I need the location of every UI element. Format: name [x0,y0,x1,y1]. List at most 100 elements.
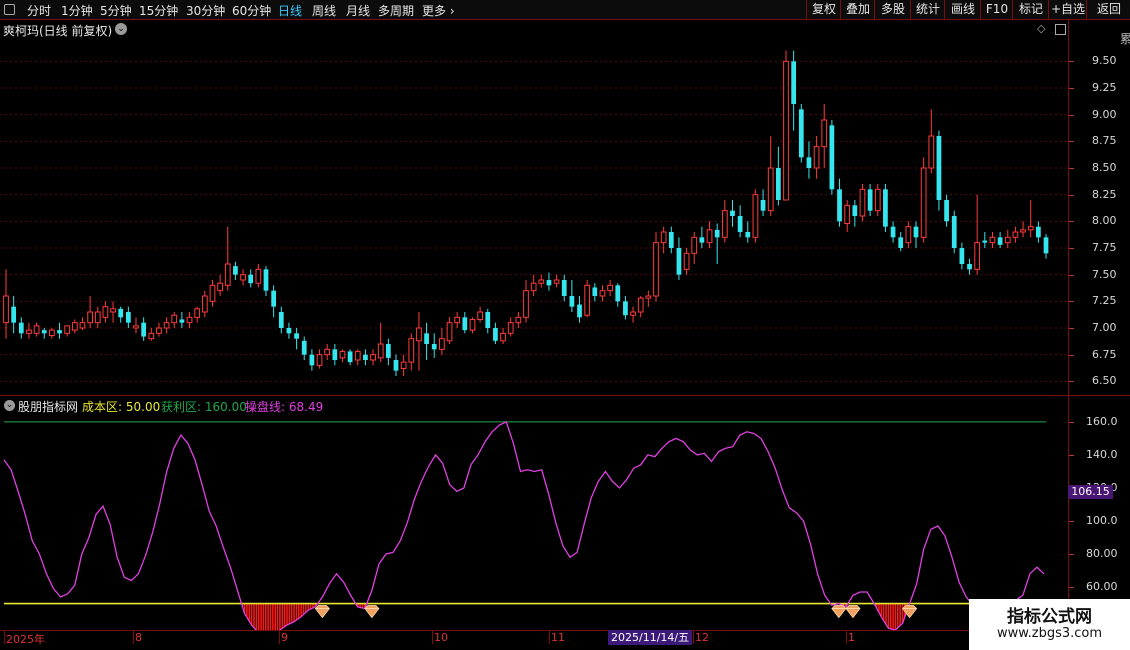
diamond-icon[interactable]: ◇ [1037,22,1045,35]
candle-body-up [530,282,537,292]
period-tab-5[interactable]: 60分钟 [232,2,271,19]
period-tab-2[interactable]: 5分钟 [100,2,132,19]
candle-body-up [446,322,453,342]
candle-body-up [515,316,522,324]
toolbar-button-7[interactable]: +自选 [1048,0,1087,19]
candle-body-up [821,119,828,148]
date-tick-mark [279,630,280,644]
candle-body-down [141,322,147,337]
candle-body-down [806,157,812,168]
candle-body-up [79,322,86,329]
date-label: 9 [281,631,288,644]
candle-body-down [385,344,391,358]
candle-body-up [691,236,698,254]
toolbar-button-1[interactable]: 叠加 [840,0,875,19]
price-tick-mark [1069,381,1074,383]
period-tab-4[interactable]: 30分钟 [186,2,225,19]
period-tab-1[interactable]: 1分钟 [61,2,93,19]
candlestick-chart[interactable] [0,40,1068,392]
price-tick-mark [1069,248,1074,249]
candle-body-down [271,290,277,307]
candle-body-up [507,322,514,334]
date-tick-mark [846,630,847,644]
period-tab-7[interactable]: 周线 [312,2,336,19]
candle-body-down [592,287,598,296]
window-icon[interactable] [1055,24,1066,35]
price-tick-mark [1069,301,1074,303]
candle-body-up [500,332,506,342]
candle-body-up [64,325,71,334]
period-tab-9[interactable]: 多周期 [378,2,414,19]
toolbar-button-8[interactable]: 返回 [1086,0,1130,19]
candle-body-down [944,200,949,222]
candle-body-up [920,167,927,238]
candle-body-down [791,61,797,104]
stock-title: 爽柯玛(日线 前复权) [3,24,113,38]
candle-body-down [179,319,185,323]
price-tick-mark [1069,328,1074,329]
period-tab-8[interactable]: 月线 [346,2,370,19]
period-tab-3[interactable]: 15分钟 [139,2,178,19]
toolbar-button-3[interactable]: 统计 [910,0,945,19]
date-label: 11 [551,631,565,644]
candle-body-up [653,242,659,297]
candle-body-down [898,237,904,248]
candle-body-down [278,312,284,328]
toolbar-button-2[interactable]: 多股 [874,0,911,19]
diamond-shape [314,605,330,619]
price-tick-mark [1069,194,1074,196]
price-tick-mark [1069,88,1074,89]
candle-body-down [668,232,674,248]
toolbar-button-6[interactable]: 标记 [1012,0,1049,19]
chevron-down-icon[interactable]: ⌄ [115,23,127,35]
indicator-toggle-icon[interactable]: ⌄ [4,400,15,411]
candle-body-up [553,279,560,284]
indicator-tick-label: 140.0 [1086,447,1118,461]
price-tick-mark [1069,61,1074,63]
candle-body-down [730,210,735,216]
date-tick-mark [693,630,694,644]
candle-body-down [798,109,804,158]
toolbar-button-5[interactable]: F10 [980,0,1013,19]
candle-body-up [783,60,789,201]
candle-body-down [890,226,896,238]
price-tick-label: 7.25 [1092,294,1117,308]
date-label: 10 [434,631,448,644]
period-tab-0[interactable]: 分时 [27,2,51,19]
toolbar-button-4[interactable]: 画线 [944,0,981,19]
candle-body-down [347,351,353,363]
candle-body-down [248,274,254,284]
indicator-tick-mark [1069,421,1074,423]
price-tick-mark [1069,141,1074,143]
candle-body-down [913,226,919,238]
candle-body-down [118,308,124,318]
indicator-tick-label: 60.00 [1086,580,1118,594]
watermark-title: 指标公式网 [1007,607,1092,627]
candle-body-up [767,167,774,212]
candle-body-down [309,354,315,366]
candle-body-up [660,231,667,244]
candle-body-up [469,318,476,331]
price-tick-label: 9.25 [1092,81,1117,94]
candle-body-down [775,168,781,200]
panel-icon[interactable] [4,4,15,15]
candle-body-down [1043,237,1049,254]
candle-body-up [354,350,361,361]
diamond-signal-icon [364,605,380,619]
candle-body-down [997,237,1003,245]
period-tab-6[interactable]: 日线 [278,2,302,19]
indicator-chart[interactable] [0,412,1068,630]
date-label: 2025年 [6,633,45,646]
candle-body-up [844,204,851,224]
candle-body-down [867,189,873,211]
indicator-tick-mark [1069,454,1074,456]
candle-body-down [431,344,437,350]
toolbar-button-0[interactable]: 复权 [806,0,841,19]
candle-body-up [1012,231,1019,238]
candle-body-up [217,282,223,292]
candle-body-down [11,306,17,323]
candle-body-up [3,295,9,324]
period-tab-10[interactable]: 更多 › [422,2,455,19]
candle-body-up [186,316,193,324]
price-tick-label: 6.75 [1092,347,1117,361]
